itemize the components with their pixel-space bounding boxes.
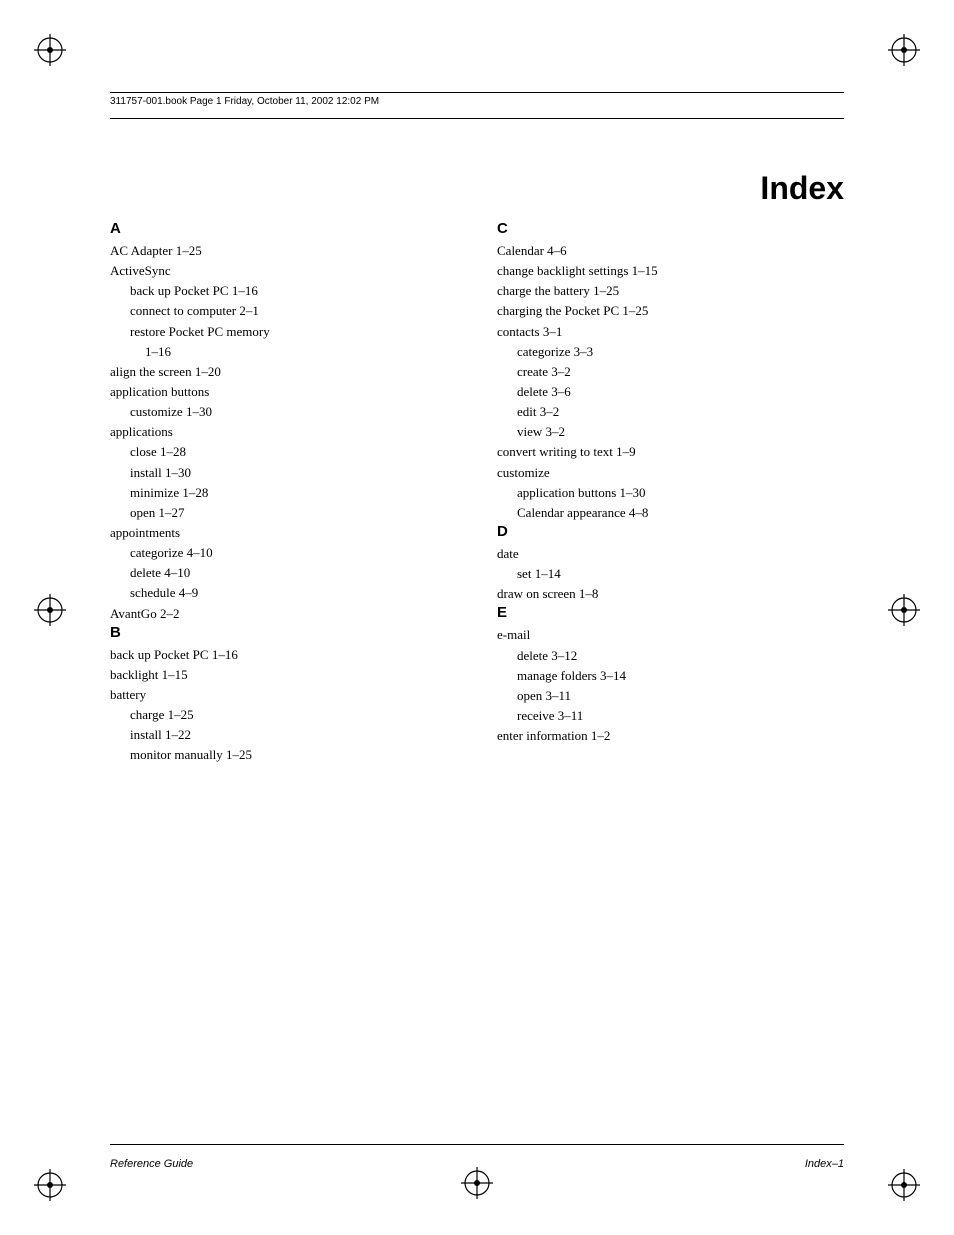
- entry-ac-adapter: AC Adapter 1–25: [110, 241, 457, 261]
- page-title: Index: [760, 170, 844, 207]
- entry-calendar: Calendar 4–6: [497, 241, 844, 261]
- corner-mark-tr: [884, 30, 924, 70]
- entry-applications: applications close 1–28 install 1–30 min…: [110, 422, 457, 523]
- section-header-d: D: [497, 523, 844, 540]
- side-mark-right: [884, 590, 924, 634]
- footer: Reference Guide Index–1: [110, 1158, 844, 1170]
- section-header-a: A: [110, 220, 457, 237]
- section-e: E e-mail delete 3–12 manage folders 3–14…: [497, 604, 844, 746]
- corner-mark-br: [884, 1165, 924, 1205]
- file-info-text: 311757-001.book Page 1 Friday, October 1…: [110, 96, 379, 107]
- page: 311757-001.book Page 1 Friday, October 1…: [0, 0, 954, 1235]
- footer-left: Reference Guide: [110, 1158, 193, 1170]
- entry-charge-battery: charge the battery 1–25: [497, 281, 844, 301]
- section-header-e: E: [497, 604, 844, 621]
- column-left: A AC Adapter 1–25 ActiveSync back up Poc…: [110, 220, 457, 766]
- two-columns: A AC Adapter 1–25 ActiveSync back up Poc…: [110, 220, 844, 766]
- entry-activesync: ActiveSync back up Pocket PC 1–16 connec…: [110, 261, 457, 362]
- entry-appointments: appointments categorize 4–10 delete 4–10…: [110, 523, 457, 604]
- entry-enter-information: enter information 1–2: [497, 726, 844, 746]
- entry-email: e-mail delete 3–12 manage folders 3–14 o…: [497, 625, 844, 726]
- entry-align-screen: align the screen 1–20: [110, 362, 457, 382]
- file-info-bar: 311757-001.book Page 1 Friday, October 1…: [110, 92, 844, 107]
- content-area: A AC Adapter 1–25 ActiveSync back up Poc…: [110, 220, 844, 1105]
- entry-customize: customize application buttons 1–30 Calen…: [497, 463, 844, 523]
- entry-charging-pocket-pc: charging the Pocket PC 1–25: [497, 301, 844, 321]
- side-mark-left: [30, 590, 70, 634]
- entry-application-buttons: application buttons customize 1–30: [110, 382, 457, 422]
- entry-date: date set 1–14: [497, 544, 844, 584]
- entry-contacts: contacts 3–1 categorize 3–3 create 3–2 d…: [497, 322, 844, 443]
- entry-convert-writing: convert writing to text 1–9: [497, 442, 844, 462]
- section-c: C Calendar 4–6 change backlight settings…: [497, 220, 844, 523]
- section-d: D date set 1–14 draw on screen 1–8: [497, 523, 844, 604]
- corner-mark-bl: [30, 1165, 70, 1205]
- entry-change-backlight: change backlight settings 1–15: [497, 261, 844, 281]
- section-header-b: B: [110, 624, 457, 641]
- section-header-c: C: [497, 220, 844, 237]
- column-right: C Calendar 4–6 change backlight settings…: [497, 220, 844, 766]
- footer-right: Index–1: [805, 1158, 844, 1170]
- section-b: B back up Pocket PC 1–16 backlight 1–15 …: [110, 624, 457, 766]
- top-rule: [110, 118, 844, 119]
- section-a: A AC Adapter 1–25 ActiveSync back up Poc…: [110, 220, 457, 624]
- entry-backlight: backlight 1–15: [110, 665, 457, 685]
- corner-mark-tl: [30, 30, 70, 70]
- bottom-rule: [110, 1144, 844, 1145]
- entry-backup: back up Pocket PC 1–16: [110, 645, 457, 665]
- entry-battery: battery charge 1–25 install 1–22 monitor…: [110, 685, 457, 766]
- entry-draw-on-screen: draw on screen 1–8: [497, 584, 844, 604]
- entry-avantgo: AvantGo 2–2: [110, 604, 457, 624]
